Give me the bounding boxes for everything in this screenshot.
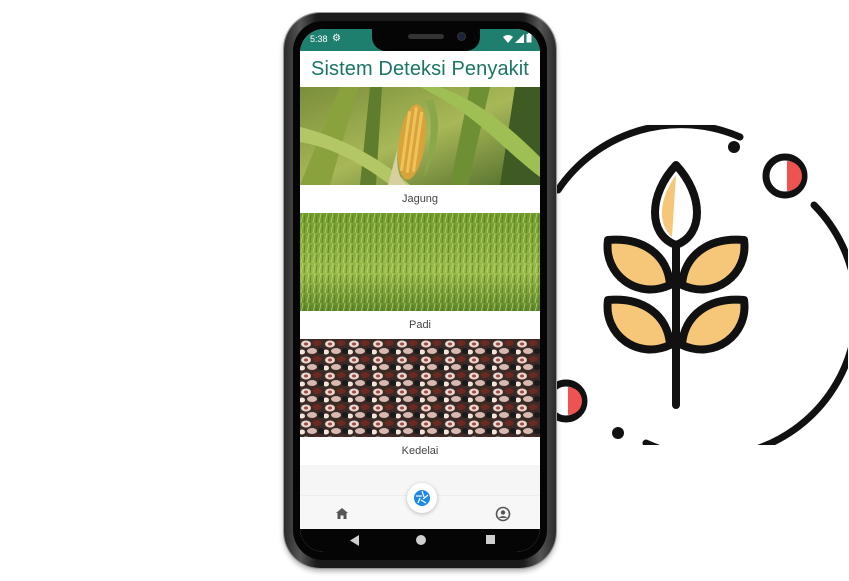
signal-icon <box>515 33 524 43</box>
rice-field-photo <box>300 213 540 311</box>
battery-icon <box>526 33 532 43</box>
app-screen: 5:38 ⚙ Sistem Deteksi Penyakit Jagung Pa… <box>300 29 540 552</box>
crop-label: Jagung <box>401 193 439 205</box>
back-icon[interactable] <box>350 535 360 546</box>
home-icon[interactable] <box>333 505 351 523</box>
system-navigation <box>300 529 540 552</box>
wheat-logo-icon <box>548 125 848 445</box>
camera-button[interactable] <box>407 483 437 513</box>
corn-plant-photo <box>300 87 540 185</box>
wifi-icon <box>503 34 513 43</box>
gear-icon: ⚙ <box>332 33 341 44</box>
beans-photo <box>300 339 540 437</box>
phone-notch <box>372 29 480 51</box>
status-time: 5:38 <box>310 34 328 44</box>
crop-label: Padi <box>408 319 432 331</box>
crop-card-kedelai[interactable]: Kedelai <box>300 339 540 465</box>
app-bar: Sistem Deteksi Penyakit <box>300 51 540 87</box>
home-circle-icon[interactable] <box>416 535 426 545</box>
profile-icon[interactable] <box>494 505 512 523</box>
recent-apps-icon[interactable] <box>486 535 495 544</box>
phone-frame: 5:38 ⚙ Sistem Deteksi Penyakit Jagung Pa… <box>284 13 556 568</box>
crop-card-padi[interactable]: Padi <box>300 213 540 339</box>
bottom-navigation <box>300 483 540 530</box>
page-title: Sistem Deteksi Penyakit <box>311 57 529 80</box>
crop-card-jagung[interactable]: Jagung <box>300 87 540 213</box>
camera-shutter-icon <box>414 490 430 506</box>
crop-label: Kedelai <box>401 445 439 457</box>
crop-list[interactable]: Jagung Padi Kedelai <box>300 87 540 495</box>
